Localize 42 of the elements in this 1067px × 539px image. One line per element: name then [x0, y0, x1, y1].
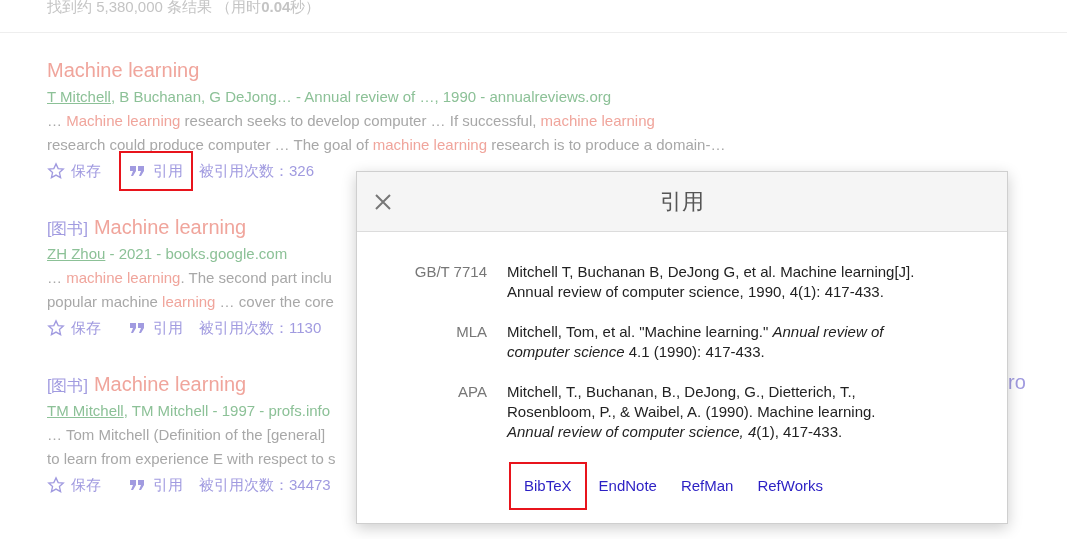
save-link[interactable]: 保存 [47, 159, 115, 183]
export-link[interactable]: RefMan [678, 462, 736, 510]
result-count: 找到约 5,380,000 条结果 （用时0.04秒） [47, 0, 321, 17]
author-link[interactable]: TM Mitchell [47, 399, 124, 423]
cite-link[interactable]: 引用 [119, 151, 193, 191]
close-icon[interactable] [374, 193, 392, 211]
cited-by-link[interactable]: 被引用次数：326 [199, 159, 315, 183]
author-link[interactable]: ZH Zhou [47, 242, 106, 266]
result-title[interactable]: Machine learning [93, 212, 247, 242]
citation-text: Mitchell T, Buchanan B, DeJong G, et al. Machine learning[J]. Annual review of computer science, 1990, 4(1): 417-433. [507, 262, 916, 302]
quote-icon [129, 322, 145, 334]
snippet-line: … machine learning. The second part inclu [47, 268, 332, 288]
byline: , TM Mitchell - 1997 - profs.info [123, 400, 331, 421]
star-icon [47, 162, 65, 180]
type-tag: [图书] [47, 374, 88, 398]
citation-text: Mitchell, T., Buchanan, B., DeJong, G., Dietterich, T., Rosenbloom, P., & Waibel, A. (1990). Machine learning. Annual review of computer science, 4(1), 417-433. [507, 382, 877, 442]
dialog-title: 引用 [660, 188, 704, 216]
export-link[interactable]: BibTeX [509, 462, 587, 510]
export-link[interactable]: RefWorks [755, 462, 825, 510]
snippet-line: … Tom Mitchell (Definition of the [general] [47, 425, 326, 445]
pdf-link[interactable]: ro [1008, 367, 1026, 397]
result-title[interactable]: Machine learning [93, 369, 247, 399]
snippet-line: … Machine learning research seeks to develop computer … If successful, machine learning [47, 111, 655, 131]
result-title[interactable]: Machine learning [47, 55, 200, 85]
save-link[interactable]: 保存 [47, 316, 115, 340]
save-link[interactable]: 保存 [47, 473, 115, 497]
citation-style: APA [457, 382, 487, 402]
snippet-line: to learn from experience E with respect to s [47, 449, 336, 469]
citation-style: GB/T 7714 [413, 262, 487, 282]
citation-style: MLA [455, 322, 487, 342]
author-link[interactable]: T Mitchell [47, 85, 111, 109]
type-tag: [图书] [47, 217, 88, 241]
quote-icon [129, 165, 145, 177]
cited-by-link[interactable]: 被引用次数：34473 [199, 473, 331, 497]
quote-icon [129, 479, 145, 491]
star-icon [47, 319, 65, 337]
byline: - 2021 - books.google.com [108, 243, 288, 264]
cited-by-link[interactable]: 被引用次数：1130 [199, 316, 322, 340]
star-icon [47, 476, 65, 494]
byline: , B Buchanan, G DeJong… - Annual review of …, 1990 - annualreviews.org [110, 86, 612, 107]
citation-text: Mitchell, Tom, et al. "Machine learning." Annual review of computer science 4.1 (1990): 417-433. [507, 322, 886, 362]
export-link[interactable]: EndNote [596, 462, 659, 510]
